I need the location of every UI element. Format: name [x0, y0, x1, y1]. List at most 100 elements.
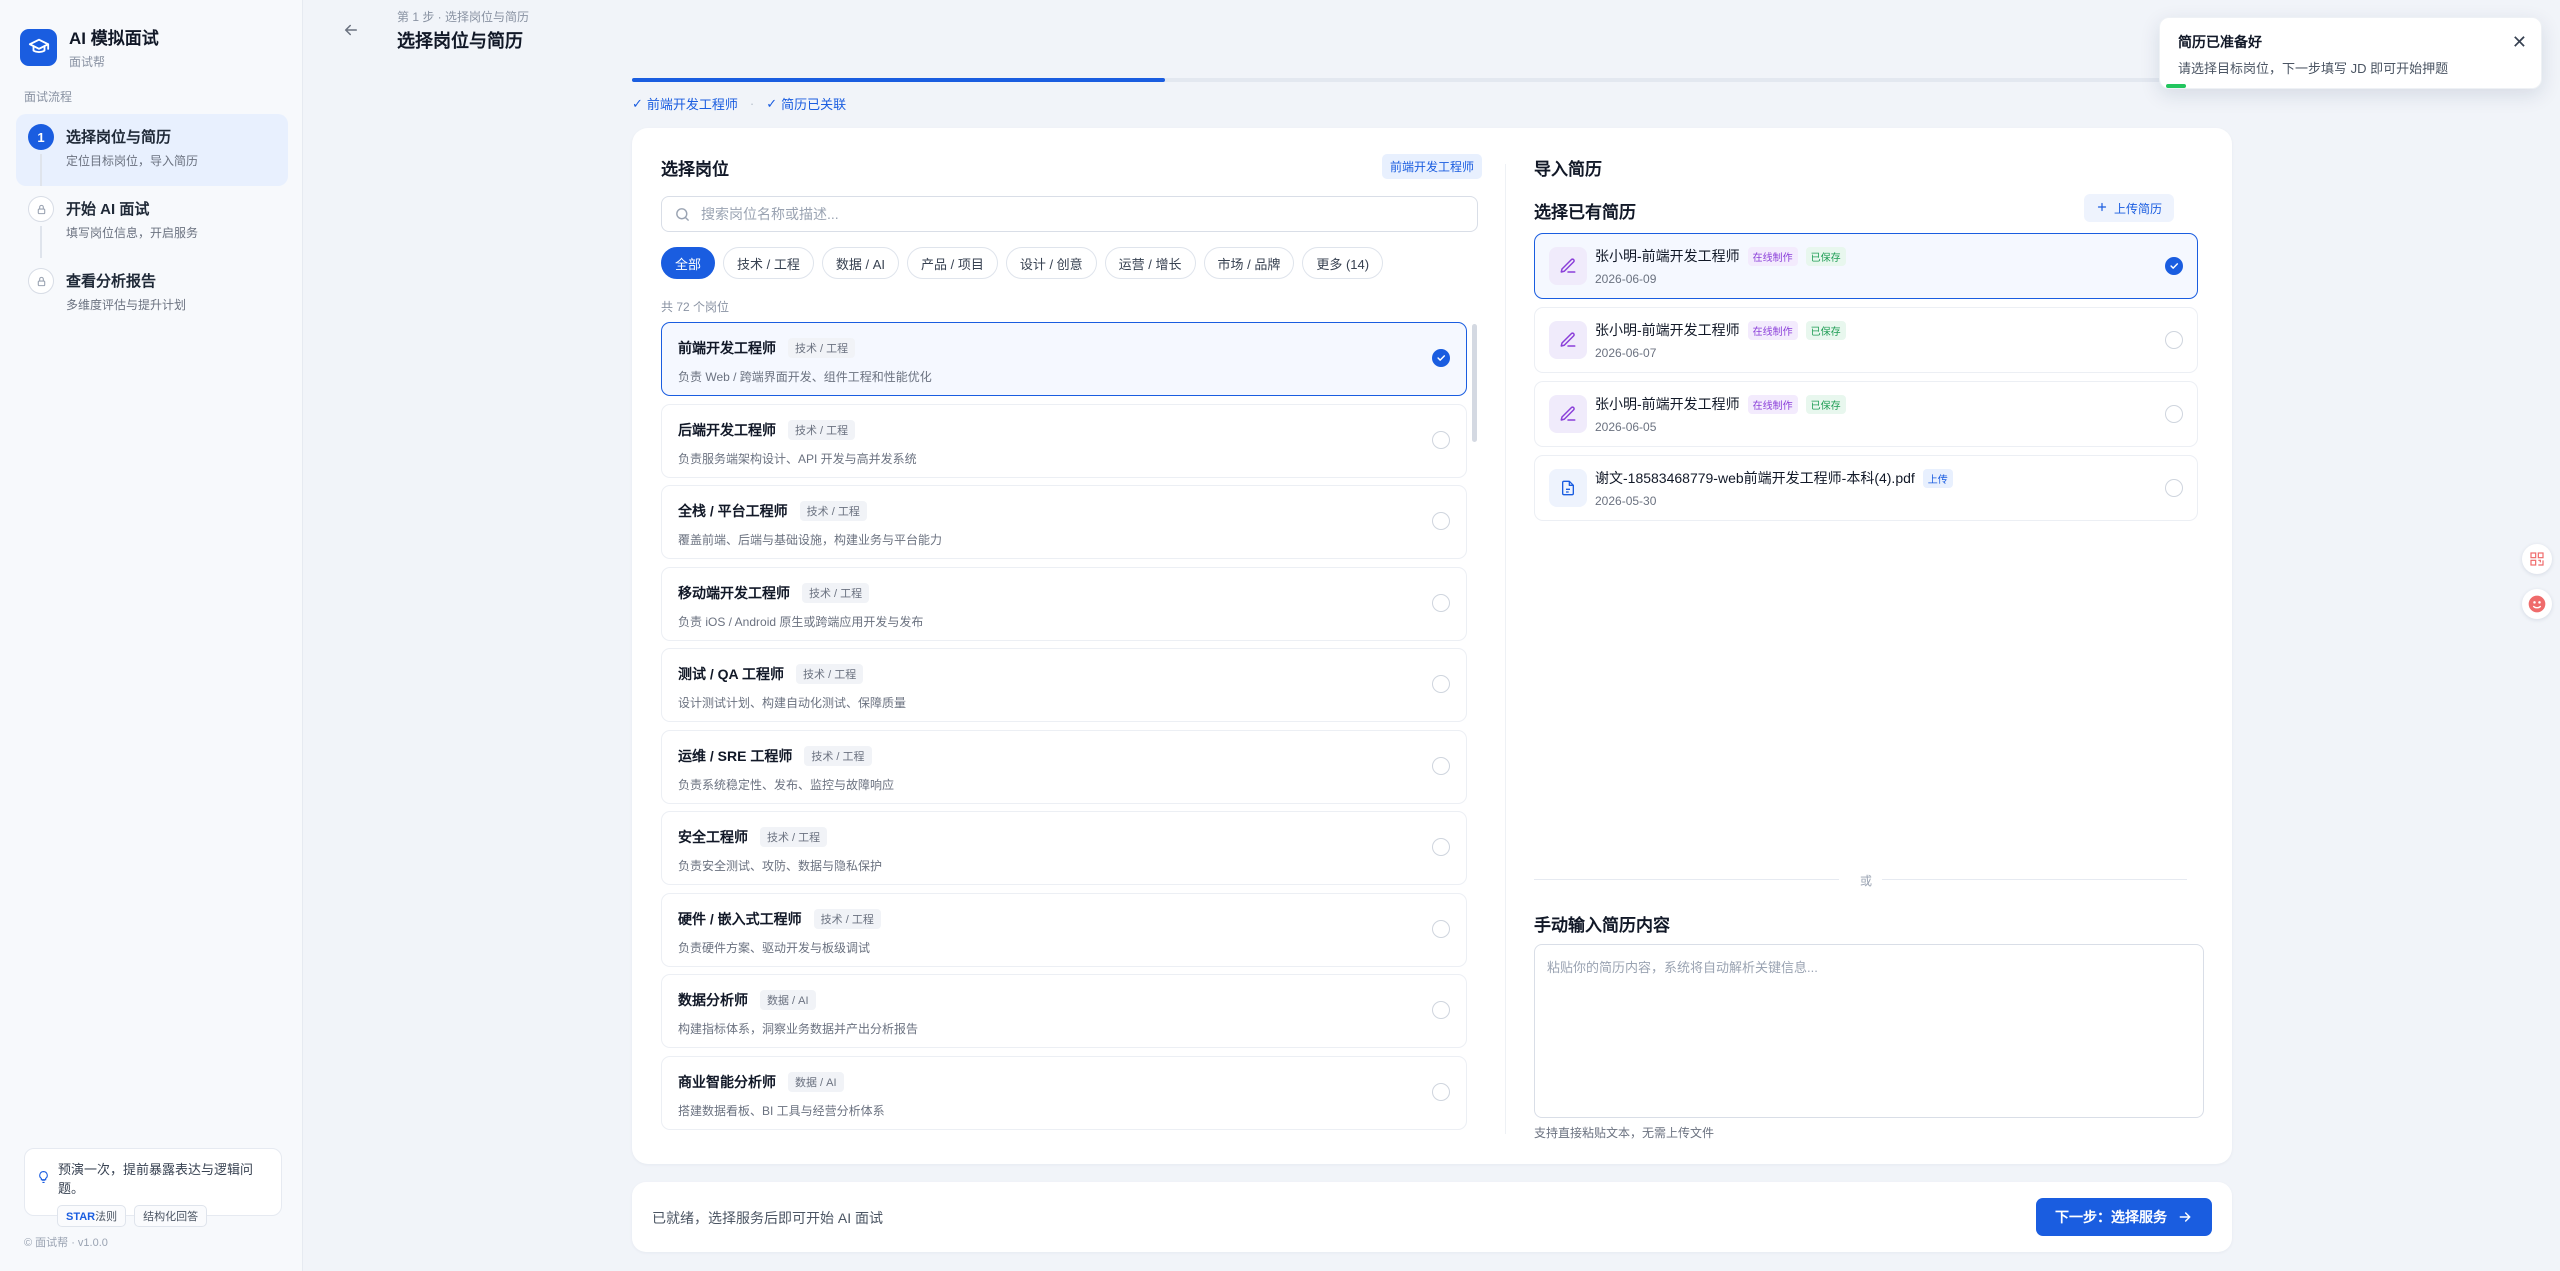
role-description: 设计测试计划、构建自动化测试、保障质量 — [678, 696, 907, 710]
upload-resume-label: 上传简历 — [2113, 201, 2162, 216]
role-name: 全栈 / 平台工程师 — [678, 503, 788, 519]
step-connector — [40, 154, 42, 186]
next-step-button[interactable]: 下一步：选择服务 — [2036, 1198, 2212, 1236]
resume-tag: 在线制作 — [1747, 320, 1798, 340]
manual-input-title: 手动输入简历内容 — [1534, 916, 1670, 935]
search-icon — [676, 207, 689, 221]
role-section-title: 选择岗位 — [661, 160, 729, 179]
step-select-role[interactable]: 1 选择岗位与简历 定位目标岗位，导入简历 — [16, 114, 288, 186]
resume-date: 2026-06-09 — [1595, 272, 1657, 286]
manual-resume-textarea[interactable] — [1534, 944, 2204, 1118]
role-description: 负责 iOS / Android 原生或跨端应用开发与发布 — [678, 614, 924, 629]
role-name: 运维 / SRE 工程师 — [678, 747, 793, 764]
role-card[interactable]: 安全工程师 技术 / 工程 负责安全测试、攻防、数据与隐私保护 — [661, 811, 1467, 885]
assistant-icon[interactable] — [2522, 589, 2552, 619]
role-name: 测试 / QA 工程师 — [678, 666, 785, 682]
resume-radio[interactable] — [2165, 257, 2183, 275]
role-radio[interactable] — [1432, 593, 1450, 612]
role-card[interactable]: 运维 / SRE 工程师 技术 / 工程 负责系统稳定性、发布、监控与故障响应 — [661, 729, 1467, 804]
filter-chip[interactable]: 技术 / 工程 — [723, 247, 814, 279]
role-radio[interactable] — [1432, 1082, 1450, 1101]
role-card[interactable]: 硬件 / 嵌入式工程师 技术 / 工程 负责硬件方案、驱动开发与板级调试 — [661, 892, 1467, 967]
lock-icon — [28, 196, 54, 222]
step-start-interview[interactable]: 开始 AI 面试 填写岗位信息，开启服务 — [16, 186, 288, 258]
tip-tag-star: STAR法则 — [57, 1205, 127, 1227]
selected-role-badge: 前端开发工程师 — [1382, 154, 1483, 179]
tip-card: 预演一次，提前暴露表达与逻辑问题。 STAR法则 结构化回答 — [24, 1148, 282, 1227]
toast-title: 简历已准备好 — [2178, 34, 2262, 50]
existing-resume-title: 选择已有简历 — [1534, 203, 1636, 222]
filter-chip[interactable]: 市场 / 品牌 — [1203, 247, 1295, 279]
resume-tag: 上传 — [1922, 468, 1953, 488]
role-card[interactable]: 前端开发工程师 技术 / 工程 负责 Web / 跨端界面开发、组件工程和性能优化 — [661, 322, 1467, 396]
version-label: © 面试帮 · v1.0.0 — [24, 1237, 108, 1249]
step-view-report[interactable]: 查看分析报告 多维度评估与提升计划 — [16, 258, 288, 330]
role-radio[interactable] — [1432, 1001, 1450, 1019]
footer-bar: 已就绪，选择服务后即可开始 AI 面试 下一步：选择服务 — [632, 1182, 2232, 1252]
filter-chip[interactable]: 数据 / AI — [821, 247, 899, 279]
graduation-cap-icon — [20, 28, 57, 66]
role-card[interactable]: 移动端开发工程师 技术 / 工程负责 iOS / Android 原生或跨端应用开… — [661, 566, 1467, 641]
role-radio[interactable] — [1432, 430, 1450, 449]
resume-card[interactable]: 张小明-前端开发工程师 在线制作 已保存 2026-06-05 — [1534, 381, 2198, 447]
toast-accent — [2166, 84, 2186, 88]
lightbulb-icon — [37, 1170, 50, 1187]
filter-chip[interactable]: 全部 — [661, 247, 716, 279]
role-category-tag: 技术 / 工程 — [802, 582, 870, 603]
resume-tag: 已保存 — [1805, 246, 1846, 266]
back-button[interactable] — [339, 18, 363, 42]
or-divider: 或 — [1534, 872, 2198, 888]
role-radio[interactable] — [1432, 675, 1450, 693]
step-list: 1 选择岗位与简历 定位目标岗位，导入简历 开始 AI 面试 填写岗位信息，开启… — [16, 114, 288, 330]
step-number: 1 — [28, 124, 54, 150]
step-title: 选择岗位与简历 — [66, 129, 172, 146]
toast-message: 请选择目标岗位，下一步填写 JD 即可开始押题 — [2178, 61, 2449, 76]
progress-crumb-role: 前端开发工程师 — [646, 97, 738, 112]
resume-card[interactable]: 谢文-18583468779-web前端开发工程师-本科(4).pdf 上传 202… — [1534, 455, 2198, 521]
search-input[interactable] — [701, 206, 1461, 222]
resume-name: 张小明-前端开发工程师 — [1595, 396, 1740, 412]
resume-card[interactable]: 张小明-前端开发工程师 在线制作 已保存 2026-06-09 — [1534, 233, 2198, 299]
role-radio[interactable] — [1432, 919, 1450, 938]
role-description: 负责安全测试、攻防、数据与隐私保护 — [678, 859, 883, 873]
role-radio[interactable] — [1432, 349, 1450, 367]
edit-icon — [1549, 247, 1587, 285]
filter-chip[interactable]: 运营 / 增长 — [1104, 247, 1196, 279]
role-card[interactable]: 商业智能分析师 数据 / AI 搭建数据看板、BI 工具与经营分析体系 — [661, 1055, 1467, 1130]
check-icon: ✓ — [632, 95, 643, 111]
role-category-tag: 数据 / AI — [788, 1071, 844, 1092]
qr-code-icon[interactable] — [2522, 544, 2552, 574]
step-title: 开始 AI 面试 — [66, 201, 150, 218]
role-card[interactable]: 测试 / QA 工程师 技术 / 工程 设计测试计划、构建自动化测试、保障质量 — [661, 648, 1467, 722]
role-count: 共 72 个岗位 — [661, 300, 730, 314]
brand-title: AI 模拟面试 — [69, 29, 159, 48]
step-desc: 填写岗位信息，开启服务 — [66, 226, 199, 240]
role-category-tag: 技术 / 工程 — [804, 745, 872, 766]
role-list-scrollbar[interactable] — [1472, 324, 1477, 442]
upload-resume-button[interactable]: 上传简历 — [2083, 194, 2174, 222]
role-radio[interactable] — [1432, 756, 1450, 775]
resume-name: 张小明-前端开发工程师 — [1595, 322, 1740, 338]
resume-radio[interactable] — [2165, 405, 2183, 423]
resume-section-title: 导入简历 — [1534, 160, 1602, 179]
filter-chip[interactable]: 设计 / 创意 — [1005, 247, 1097, 279]
progress-bar — [632, 78, 2232, 82]
role-card[interactable]: 全栈 / 平台工程师 技术 / 工程 覆盖前端、后端与基础设施，构建业务与平台能力 — [661, 485, 1467, 559]
sidebar: AI 模拟面试 面试帮 面试流程 1 选择岗位与简历 定位目标岗位，导入简历 开… — [0, 0, 303, 1271]
brand[interactable]: AI 模拟面试 面试帮 — [20, 24, 159, 70]
role-card[interactable]: 数据分析师 数据 / AI 构建指标体系，洞察业务数据并产出分析报告 — [661, 974, 1467, 1048]
role-radio[interactable] — [1432, 512, 1450, 530]
brand-subtitle: 面试帮 — [69, 55, 106, 69]
step-desc: 多维度评估与提升计划 — [66, 298, 187, 312]
resume-radio[interactable] — [2165, 479, 2183, 497]
filter-chip[interactable]: 产品 / 项目 — [906, 247, 998, 279]
role-search[interactable] — [661, 196, 1478, 232]
role-name: 移动端开发工程师 — [678, 584, 790, 601]
role-radio[interactable] — [1432, 838, 1450, 856]
role-category-tag: 技术 / 工程 — [760, 827, 828, 847]
resume-card[interactable]: 张小明-前端开发工程师 在线制作 已保存 2026-06-07 — [1534, 307, 2198, 373]
filter-chip[interactable]: 更多 (14) — [1302, 247, 1384, 279]
resume-radio[interactable] — [2165, 331, 2183, 349]
role-card[interactable]: 后端开发工程师 技术 / 工程 负责服务端架构设计、API 开发与高并发系统 — [661, 403, 1467, 478]
close-icon[interactable]: ✕ — [2512, 32, 2527, 53]
